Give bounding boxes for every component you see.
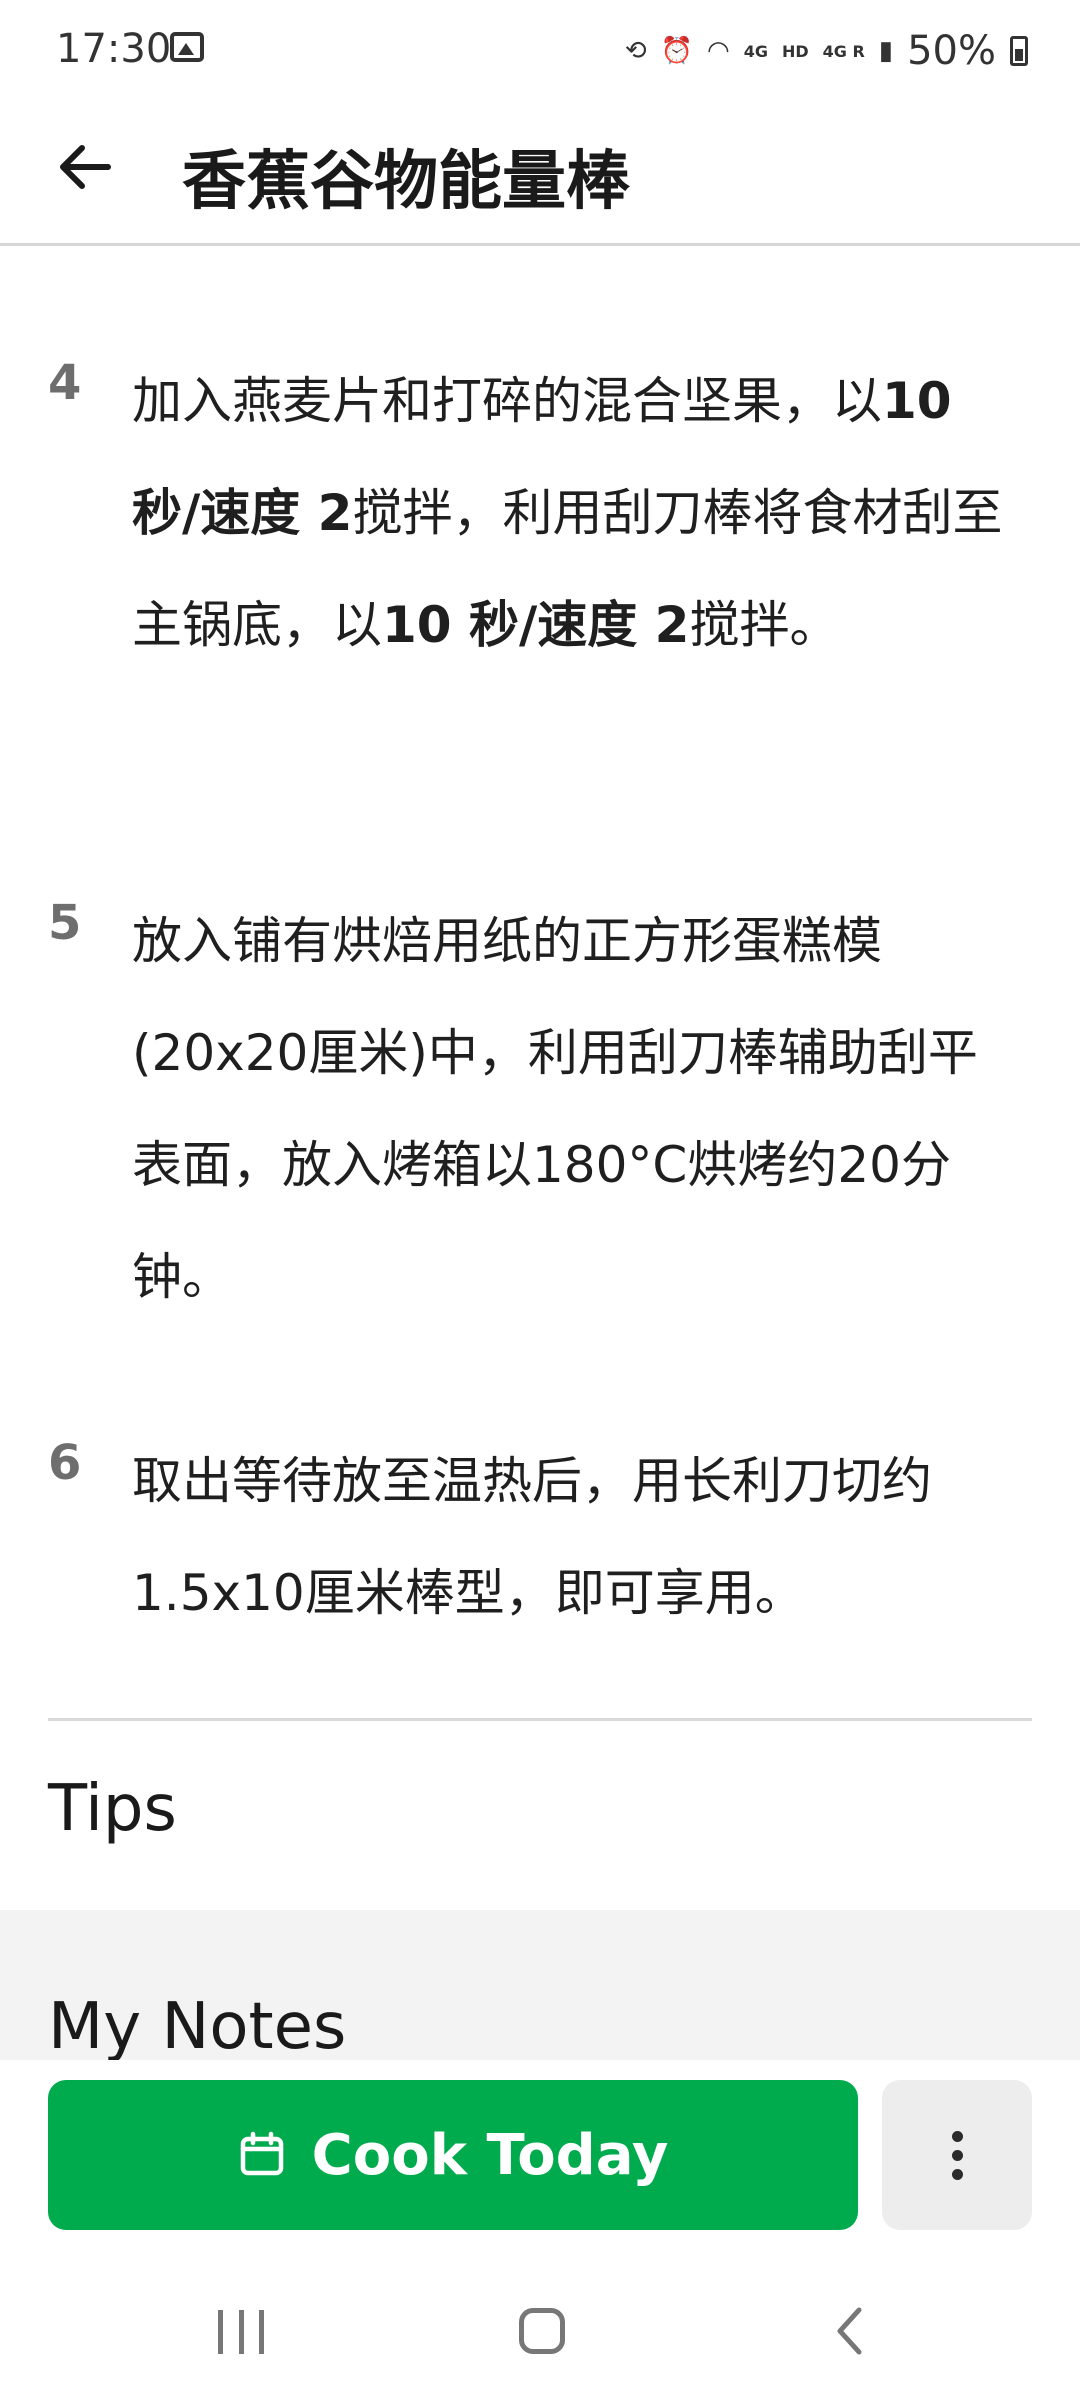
- step-text-segment: 搅拌。: [689, 596, 840, 654]
- network-4g-roaming-label: 4G R: [822, 41, 865, 61]
- gallery-notification-icon: [170, 32, 204, 62]
- battery-icon: [1010, 36, 1028, 66]
- network-4g-label: 4G: [743, 41, 768, 61]
- hd-label: HD: [781, 41, 809, 61]
- step-text-bold-segment: 10 秒/速度 2: [382, 596, 690, 654]
- signal-icon: ▮: [878, 36, 894, 66]
- recent-apps-button[interactable]: [218, 2310, 264, 2354]
- calendar-icon: [240, 2131, 283, 2176]
- back-button[interactable]: [50, 132, 120, 202]
- system-back-button[interactable]: [826, 2306, 876, 2356]
- cook-today-label: Cook Today: [311, 2122, 669, 2188]
- step-item: 6 取出等待放至温热后，用长利刀切约1.5x10厘米棒型，即可享用。: [48, 1425, 1008, 1655]
- chevron-left-icon: [837, 2307, 862, 2355]
- step-text-segment: 取出等待放至温热后，用长利刀切约1.5x10厘米棒型，即可享用。: [132, 1452, 932, 1622]
- step-number: 4: [48, 355, 82, 411]
- status-bar: 17:30 ⟲ ⏰ ◠ 4G HD 4G R ▮ 50%: [0, 0, 1080, 100]
- more-vertical-icon: [951, 2130, 963, 2180]
- system-navigation-bar: [0, 2280, 1080, 2390]
- battery-percent: 50%: [907, 28, 996, 74]
- my-notes-section[interactable]: My Notes: [0, 1910, 1080, 2060]
- arrow-left-icon: [60, 145, 111, 189]
- step-item: 5 放入铺有烘焙用纸的正方形蛋糕模(20x20厘米)中，利用刮刀棒辅助刮平表面，…: [48, 885, 1008, 1325]
- step-item: 4 加入燕麦片和打碎的混合坚果，以10 秒/速度 2搅拌，利用刮刀棒将食材刮至主…: [48, 345, 1008, 785]
- status-icons: ⟲ ⏰ ◠ 4G HD 4G R ▮ 50%: [625, 26, 1028, 76]
- step-number: 5: [48, 895, 82, 951]
- alarm-icon: ⏰: [660, 36, 693, 66]
- my-notes-heading: My Notes: [48, 1990, 347, 2060]
- app-bar: 香蕉谷物能量棒: [0, 100, 1080, 246]
- step-text-segment: 放入铺有烘焙用纸的正方形蛋糕模(20x20厘米)中，利用刮刀棒辅助刮平表面，放入…: [132, 912, 978, 1306]
- step-text: 加入燕麦片和打碎的混合坚果，以10 秒/速度 2搅拌，利用刮刀棒将食材刮至主锅底…: [132, 345, 1012, 681]
- step-text: 取出等待放至温热后，用长利刀切约1.5x10厘米棒型，即可享用。: [132, 1425, 1012, 1649]
- section-divider: [48, 1718, 1032, 1721]
- page-title: 香蕉谷物能量棒: [182, 145, 630, 219]
- step-text: 放入铺有烘焙用纸的正方形蛋糕模(20x20厘米)中，利用刮刀棒辅助刮平表面，放入…: [132, 885, 1012, 1333]
- home-button[interactable]: [519, 2308, 565, 2354]
- tips-heading[interactable]: Tips: [48, 1772, 177, 1846]
- wifi-icon: ◠: [707, 36, 730, 66]
- status-time: 17:30: [56, 26, 172, 72]
- more-options-button[interactable]: [882, 2080, 1032, 2230]
- step-number: 6: [48, 1435, 82, 1491]
- cook-today-button[interactable]: Cook Today: [48, 2080, 858, 2230]
- step-text-segment: 加入燕麦片和打碎的混合坚果，以: [132, 372, 882, 430]
- sync-icon: ⟲: [624, 36, 647, 66]
